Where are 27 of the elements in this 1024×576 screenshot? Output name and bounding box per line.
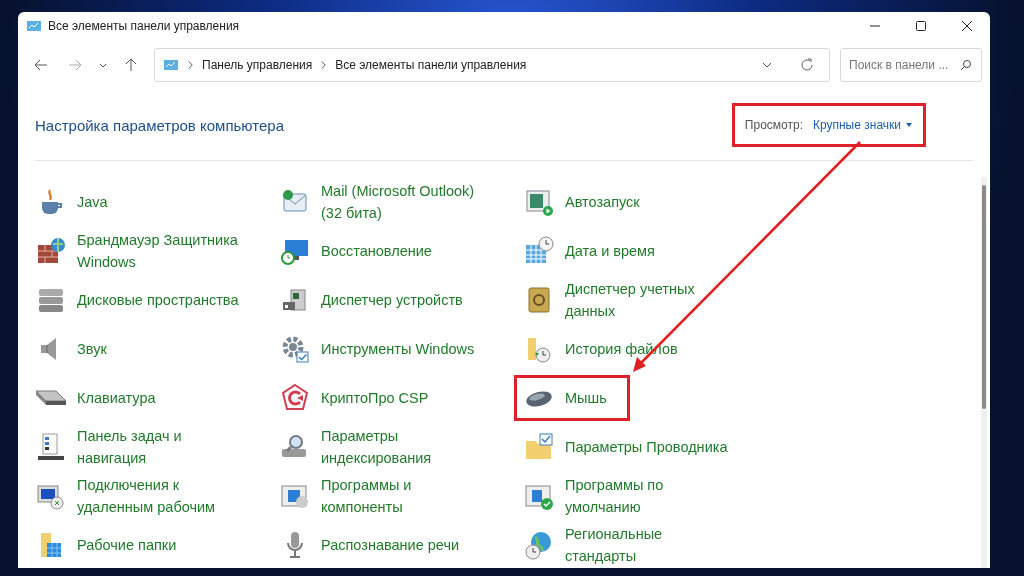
chevron-icon [320, 60, 328, 70]
address-bar[interactable]: Панель управления Все элементы панели управления [154, 48, 830, 82]
control-panel-icon [26, 18, 42, 34]
view-label: Просмотр: [744, 118, 803, 132]
control-panel-icon [163, 57, 179, 73]
breadcrumb[interactable]: Все элементы панели управления [335, 58, 527, 72]
scrollbar[interactable] [981, 177, 987, 568]
breadcrumb[interactable]: Панель управления [202, 58, 313, 72]
control-panel-item[interactable]: Мышь [514, 374, 630, 421]
view-dropdown[interactable]: Крупные значки [812, 118, 913, 132]
chevron-icon [187, 60, 194, 70]
list-icon [35, 430, 67, 463]
close-icon [961, 20, 973, 32]
caret-icon [905, 122, 913, 128]
refresh-icon[interactable] [799, 57, 815, 73]
control-panel-item[interactable]: Инструменты Windows [270, 325, 498, 372]
control-panel-item[interactable]: Диспетчер устройств [270, 276, 486, 323]
forward-arrow-icon [67, 57, 83, 73]
window-title: Все элементы панели управления [48, 19, 240, 33]
control-panel-item[interactable]: Автозапуск [514, 178, 663, 225]
search-field[interactable]: Поиск в панели ... [840, 48, 982, 82]
control-panel-item[interactable]: Звук [26, 325, 130, 372]
search-icon [960, 59, 972, 71]
page-heading: Настройка параметров компьютера [35, 116, 284, 134]
maximize-icon [915, 20, 927, 32]
back-arrow-icon [33, 57, 49, 73]
up-arrow-icon [123, 57, 139, 73]
